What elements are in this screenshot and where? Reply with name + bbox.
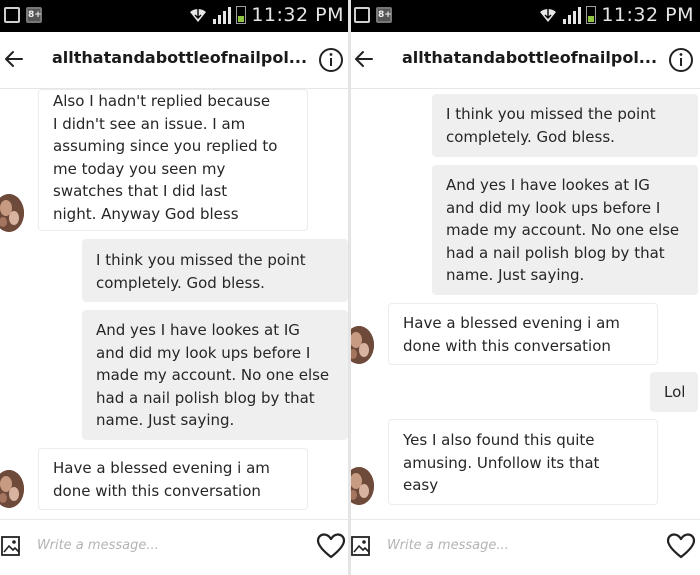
conversation-title[interactable]: allthatandabottleofnailpol...	[402, 48, 660, 67]
status-time: 11:32 PM	[601, 4, 694, 26]
message-input[interactable]: Write a message...	[37, 538, 159, 553]
message-input[interactable]: Write a message...	[387, 538, 509, 553]
message-bubble-incoming: Have a blessed evening i am done with th…	[38, 448, 308, 510]
nail-polish-avatar[interactable]	[0, 194, 24, 232]
message-bubble-incoming: Yes I also found this quite amusing. Unf…	[388, 419, 658, 505]
message-bubble-incoming: Also I hadn't replied because I didn't s…	[38, 89, 308, 231]
conversation-screenshot-right: 8+ 11:32 PM allthatandabottleofnailpol..…	[350, 0, 700, 575]
message-bubble-outgoing: I think you missed the point completely.…	[82, 239, 348, 302]
google-plus-icon: 8+	[376, 7, 392, 23]
arrow-left-icon[interactable]	[352, 46, 378, 72]
arrow-left-icon[interactable]	[2, 46, 28, 72]
info-circle-icon[interactable]	[668, 47, 694, 73]
message-composer: Write a message...	[0, 519, 350, 575]
status-bar: 8+ 11:32 PM	[0, 0, 350, 32]
conversation-title[interactable]: allthatandabottleofnailpol...	[52, 48, 310, 67]
message-bubble-outgoing: And yes I have lookes at IG and did my l…	[82, 310, 348, 440]
message-bubble-outgoing: Lol	[650, 372, 698, 412]
status-bar: 8+ 11:32 PM	[350, 0, 700, 32]
heart-icon[interactable]	[666, 532, 696, 560]
gallery-icon[interactable]	[0, 534, 24, 560]
message-composer: Write a message...	[350, 519, 700, 575]
google-plus-icon: 8+	[26, 7, 42, 23]
conversation-screenshot-left: 8+ 11:32 PM allthatandabottleofnailpol..…	[0, 0, 350, 575]
battery-icon	[236, 6, 247, 24]
wifi-icon	[190, 8, 207, 22]
conversation-header: allthatandabottleofnailpol...	[350, 32, 700, 89]
info-circle-icon[interactable]	[318, 47, 344, 73]
heart-icon[interactable]	[316, 532, 346, 560]
signal-icon	[213, 6, 232, 24]
wifi-icon	[540, 8, 557, 22]
gallery-icon[interactable]	[350, 534, 374, 560]
screenshot-divider	[348, 0, 351, 575]
conversation-header: allthatandabottleofnailpol...	[0, 32, 350, 89]
nail-polish-avatar[interactable]	[350, 326, 374, 364]
message-bubble-incoming: Have a blessed evening i am done with th…	[388, 303, 658, 365]
message-bubble-outgoing: And yes I have lookes at IG and did my l…	[432, 165, 698, 295]
signal-icon	[563, 6, 582, 24]
notification-icon	[4, 7, 20, 23]
battery-icon	[586, 6, 597, 24]
notification-icon	[354, 7, 370, 23]
nail-polish-avatar[interactable]	[350, 467, 374, 505]
nail-polish-avatar[interactable]	[0, 470, 24, 508]
status-time: 11:32 PM	[251, 4, 344, 26]
message-bubble-outgoing: I think you missed the point completely.…	[432, 94, 698, 157]
